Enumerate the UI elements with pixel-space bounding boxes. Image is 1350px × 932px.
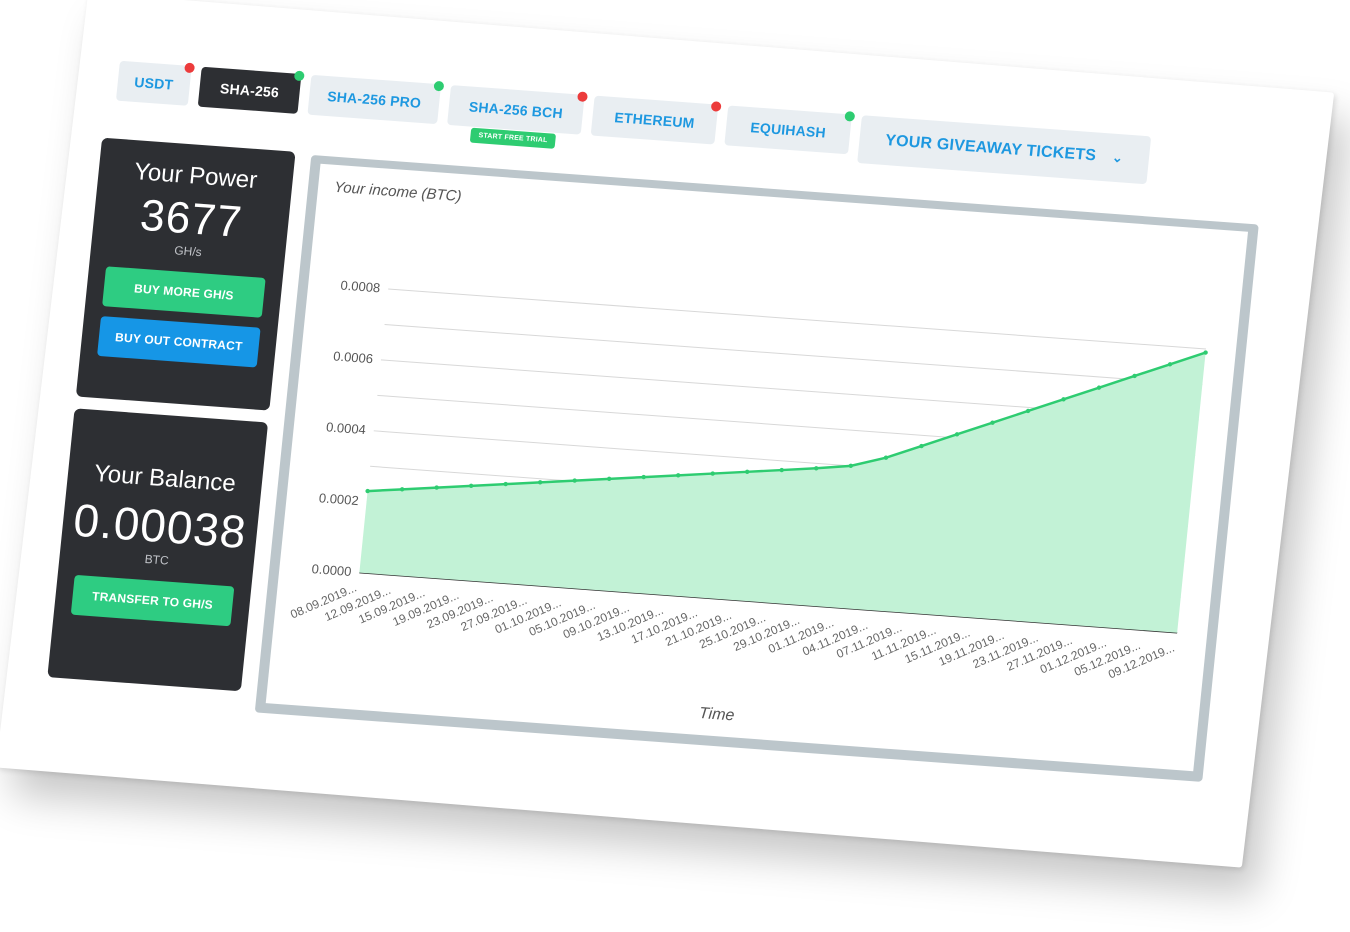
y-tick-label: 0.0006 (333, 348, 374, 366)
status-dot-red (184, 62, 196, 74)
income-area (359, 352, 1206, 633)
status-dot-red (577, 91, 589, 103)
y-tick-label: 0.0008 (340, 278, 381, 296)
power-card: Your Power 3677 GH/s BUY MORE GH/S BUY O… (75, 137, 296, 411)
app-window: USDT SHA-256 SHA-256 PRO SHA-256 BCH STA… (39, 60, 1267, 842)
balance-card: Your Balance 0.00038 BTC TRANSFER TO GH/… (47, 408, 269, 692)
status-dot-green (293, 70, 305, 82)
tab-equihash[interactable]: EQUIHASH (724, 105, 856, 155)
tab-label: SHA-256 PRO (326, 88, 422, 111)
tab-label: SHA-256 BCH (468, 98, 564, 122)
tab-sha-256-pro[interactable]: SHA-256 PRO (307, 74, 445, 125)
status-dot-green (433, 80, 445, 92)
y-tick-label: 0.0004 (325, 419, 366, 437)
chart-frame: Your income (BTC) 0.0000 0.0002 0.0004 0.00… (254, 155, 1259, 782)
tab-label: EQUIHASH (749, 119, 827, 141)
grid-line (388, 288, 1207, 350)
status-dot-green (844, 110, 856, 122)
start-free-trial-button[interactable]: START FREE TRIAL (469, 127, 557, 149)
tab-label: SHA-256 (219, 80, 280, 101)
tab-ethereum[interactable]: ETHEREUM (590, 95, 722, 145)
tab-label: YOUR GIVEAWAY TICKETS (884, 132, 1097, 165)
x-axis-label: Time (698, 705, 735, 725)
tab-sha-256-bch[interactable]: SHA-256 BCH START FREE TRIAL (447, 85, 589, 149)
tab-sha-256[interactable]: SHA-256 (197, 66, 305, 114)
y-tick-label: 0.0000 (311, 561, 352, 579)
tab-label: USDT (133, 73, 175, 93)
grid-line (384, 323, 1203, 385)
chevron-down-icon: ⌄ (1111, 149, 1124, 166)
tab-usdt[interactable]: USDT (115, 60, 196, 106)
y-tick-label: 0.0002 (318, 490, 359, 508)
stage: USDT SHA-256 SHA-256 PRO SHA-256 BCH STA… (0, 0, 1350, 932)
chart-panel: Your income (BTC) 0.0000 0.0002 0.0004 0.00… (265, 163, 1249, 772)
tab-label: ETHEREUM (613, 109, 696, 131)
status-dot-red (710, 101, 722, 112)
income-chart: 0.00000.00020.00040.00060.0008 08.09.201… (288, 278, 1208, 725)
